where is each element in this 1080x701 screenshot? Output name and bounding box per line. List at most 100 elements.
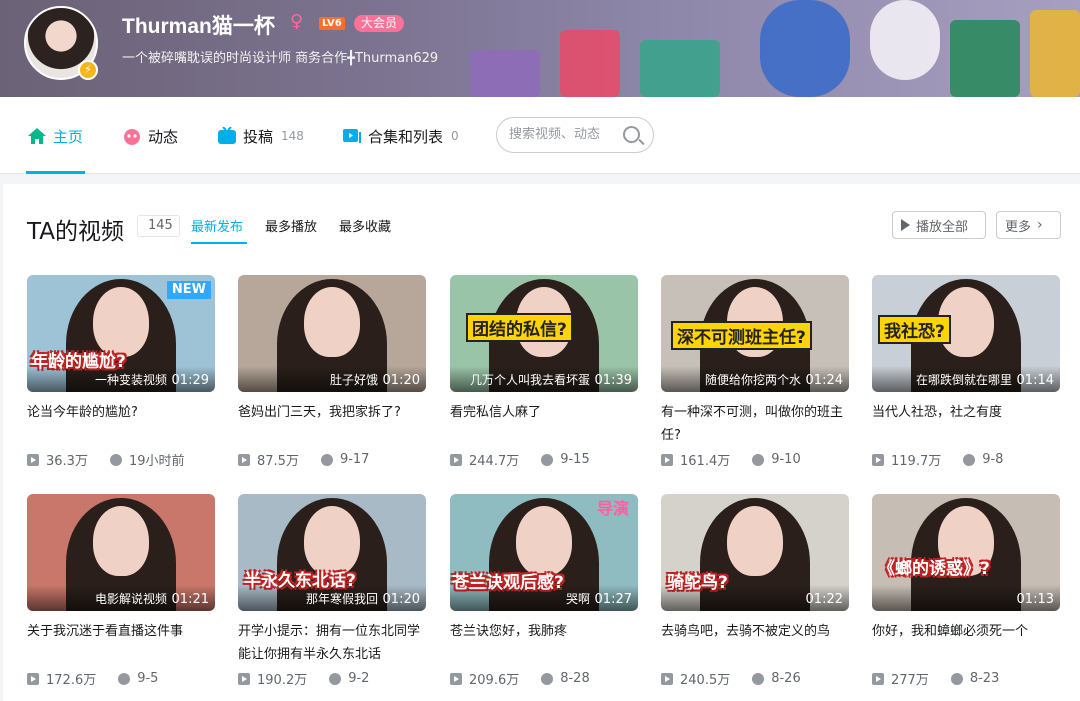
video-duration: 01:24 — [805, 373, 843, 388]
thumbnail-face — [93, 506, 149, 576]
thumbnail-face — [304, 287, 360, 357]
video-card[interactable]: 半永久东北话? 那年寒假我回 01:20 开学小提示：拥有一位东北同学能让你拥有半永久… — [238, 494, 428, 688]
video-thumbnail[interactable]: 团结的私信? 几万个人叫我去看坏蛋 01:39 — [450, 275, 638, 392]
more-button[interactable]: 更多 › — [996, 211, 1061, 239]
video-title[interactable]: 当代人社恐，社之有度 — [872, 401, 1062, 447]
play-count-icon — [238, 453, 250, 466]
video-title[interactable]: 你好，我和蟑螂必须死一个 — [872, 620, 1062, 666]
video-thumbnail[interactable]: 年龄的尴尬? NEW 一种变装视频 01:29 — [27, 275, 215, 392]
thumbnail-tag: NEW — [166, 281, 211, 299]
video-duration: 01:21 — [171, 592, 209, 607]
clock-icon — [329, 672, 342, 685]
view-count: 209.6万 — [469, 673, 520, 688]
chevron-right-icon: › — [1037, 217, 1043, 233]
video-card[interactable]: 肚子好饿 01:20 爸妈出门三天，我把家拆了? 87.5万 9-17 — [238, 275, 428, 469]
clock-icon — [320, 453, 333, 466]
video-duration: 01:20 — [382, 592, 420, 607]
video-card[interactable]: 我社恐? 在哪跌倒就在哪里 01:14 当代人社恐，社之有度 119.7万 9-8 — [872, 275, 1062, 469]
thumbnail-subtitle: 随便给你挖两个水 — [704, 373, 801, 387]
tab-home[interactable]: 主页 — [27, 125, 83, 147]
home-icon — [27, 127, 47, 145]
thumbnail-caption: 我社恐? — [878, 315, 951, 344]
sort-latest[interactable]: 最新发布 — [191, 216, 243, 235]
video-thumbnail[interactable]: 深不可测班主任? 随便给你挖两个水 01:24 — [661, 275, 849, 392]
view-count: 87.5万 — [257, 454, 299, 469]
thumbnail-caption: 团结的私信? — [466, 313, 573, 342]
gift-box-decoration — [1030, 10, 1080, 97]
play-count-icon — [872, 453, 884, 466]
tab-collections-label: 合集和列表 — [368, 127, 444, 146]
clock-icon — [118, 672, 131, 685]
gift-box-decoration — [950, 20, 1020, 97]
video-duration: 01:27 — [594, 592, 632, 607]
video-card[interactable]: 《螂的诱惑》? 01:13 你好，我和蟑螂必须死一个 277万 8-23 — [872, 494, 1062, 688]
video-title[interactable]: 苍兰诀您好，我肺疼 — [450, 620, 640, 666]
play-count-icon — [661, 453, 673, 466]
play-all-button[interactable]: 播放全部 — [892, 211, 986, 239]
thumbnail-tag: 导演 — [596, 499, 629, 518]
clock-icon — [963, 453, 976, 466]
video-duration: 01:29 — [171, 373, 209, 388]
video-title[interactable]: 有一种深不可测，叫做你的班主任? — [661, 401, 851, 447]
tab-collections[interactable]: 合集和列表 0 — [342, 125, 459, 147]
active-tab-indicator — [26, 171, 85, 174]
video-thumbnail[interactable]: 苍兰诀观后感? 导演 哭啊 01:27 — [450, 494, 638, 611]
clock-icon — [950, 672, 963, 685]
video-meta: 209.6万 8-28 — [450, 669, 590, 688]
video-title[interactable]: 开学小提示：拥有一位东北同学能让你拥有半永久东北话 — [238, 620, 428, 666]
thumbnail-subtitle: 电影解说视频 — [94, 592, 167, 606]
video-title[interactable]: 看完私信人麻了 — [450, 401, 640, 447]
publish-date: 19小时前 — [128, 454, 185, 469]
view-count: 240.5万 — [680, 673, 731, 688]
video-title[interactable]: 去骑鸟吧，去骑不被定义的鸟 — [661, 620, 851, 666]
publish-date: 9-15 — [560, 452, 590, 467]
video-card[interactable]: 深不可测班主任? 随便给你挖两个水 01:24 有一种深不可测，叫做你的班主任? 161… — [661, 275, 851, 469]
thumbnail-subtitle: 那年寒假我回 — [305, 592, 378, 606]
video-meta: 244.7万 9-15 — [450, 450, 590, 469]
video-thumbnail[interactable]: 半永久东北话? 那年寒假我回 01:20 — [238, 494, 426, 611]
publish-date: 9-10 — [771, 452, 801, 467]
sort-most-favorited[interactable]: 最多收藏 — [339, 216, 391, 235]
play-count-icon — [872, 672, 884, 685]
play-count-icon — [450, 672, 462, 685]
video-thumbnail[interactable]: 我社恐? 在哪跌倒就在哪里 01:14 — [872, 275, 1060, 392]
video-meta: 87.5万 9-17 — [238, 450, 369, 469]
video-meta: 161.4万 9-10 — [661, 450, 801, 469]
video-title[interactable]: 关于我沉迷于看直播这件事 — [27, 620, 217, 666]
thumbnail-subtitle: 在哪跌倒就在哪里 — [915, 373, 1012, 387]
video-thumbnail[interactable]: 骑鸵鸟? 01:22 — [661, 494, 849, 611]
video-meta: 172.6万 9-5 — [27, 669, 158, 688]
gift-box-decoration — [640, 40, 720, 97]
video-title[interactable]: 论当今年龄的尴尬? — [27, 401, 217, 447]
video-card[interactable]: 年龄的尴尬? NEW 一种变装视频 01:29 论当今年龄的尴尬? 36.3万 19小时前 — [27, 275, 217, 469]
vip-badge[interactable]: 大会员 — [354, 15, 405, 32]
search-box[interactable] — [496, 117, 654, 153]
video-thumbnail[interactable]: 《螂的诱惑》? 01:13 — [872, 494, 1060, 611]
video-thumbnail[interactable]: 电影解说视频 01:21 — [27, 494, 215, 611]
thumbnail-caption: 深不可测班主任? — [671, 321, 812, 350]
tab-dynamic[interactable]: 动态 — [122, 125, 178, 147]
tab-uploads-label: 投稿 — [243, 127, 274, 146]
video-duration: 01:20 — [382, 373, 420, 388]
sort-active-indicator — [191, 242, 247, 244]
play-icon — [901, 219, 910, 231]
search-input[interactable] — [509, 127, 619, 142]
video-thumbnail[interactable]: 肚子好饿 01:20 — [238, 275, 426, 392]
video-title[interactable]: 爸妈出门三天，我把家拆了? — [238, 401, 428, 447]
video-card[interactable]: 骑鸵鸟? 01:22 去骑鸟吧，去骑不被定义的鸟 240.5万 8-26 — [661, 494, 851, 688]
clock-icon — [109, 453, 122, 466]
level-badge: LV6 — [319, 17, 345, 30]
video-card[interactable]: 电影解说视频 01:21 关于我沉迷于看直播这件事 172.6万 9-5 — [27, 494, 217, 688]
sort-most-played[interactable]: 最多播放 — [265, 216, 317, 235]
video-card[interactable]: 团结的私信? 几万个人叫我去看坏蛋 01:39 看完私信人麻了 244.7万 9-15 — [450, 275, 640, 469]
view-count: 277万 — [891, 673, 929, 688]
bunny-decoration — [870, 0, 940, 80]
publish-date: 9-5 — [137, 671, 159, 686]
view-count: 36.3万 — [46, 454, 88, 469]
search-icon[interactable] — [623, 126, 640, 143]
play-count-icon — [27, 453, 39, 466]
dynamic-icon — [122, 127, 142, 145]
tab-uploads[interactable]: 投稿 148 — [217, 125, 304, 147]
view-count: 161.4万 — [680, 454, 731, 469]
video-card[interactable]: 苍兰诀观后感? 导演 哭啊 01:27 苍兰诀您好，我肺疼 209.6万 8-28 — [450, 494, 640, 688]
